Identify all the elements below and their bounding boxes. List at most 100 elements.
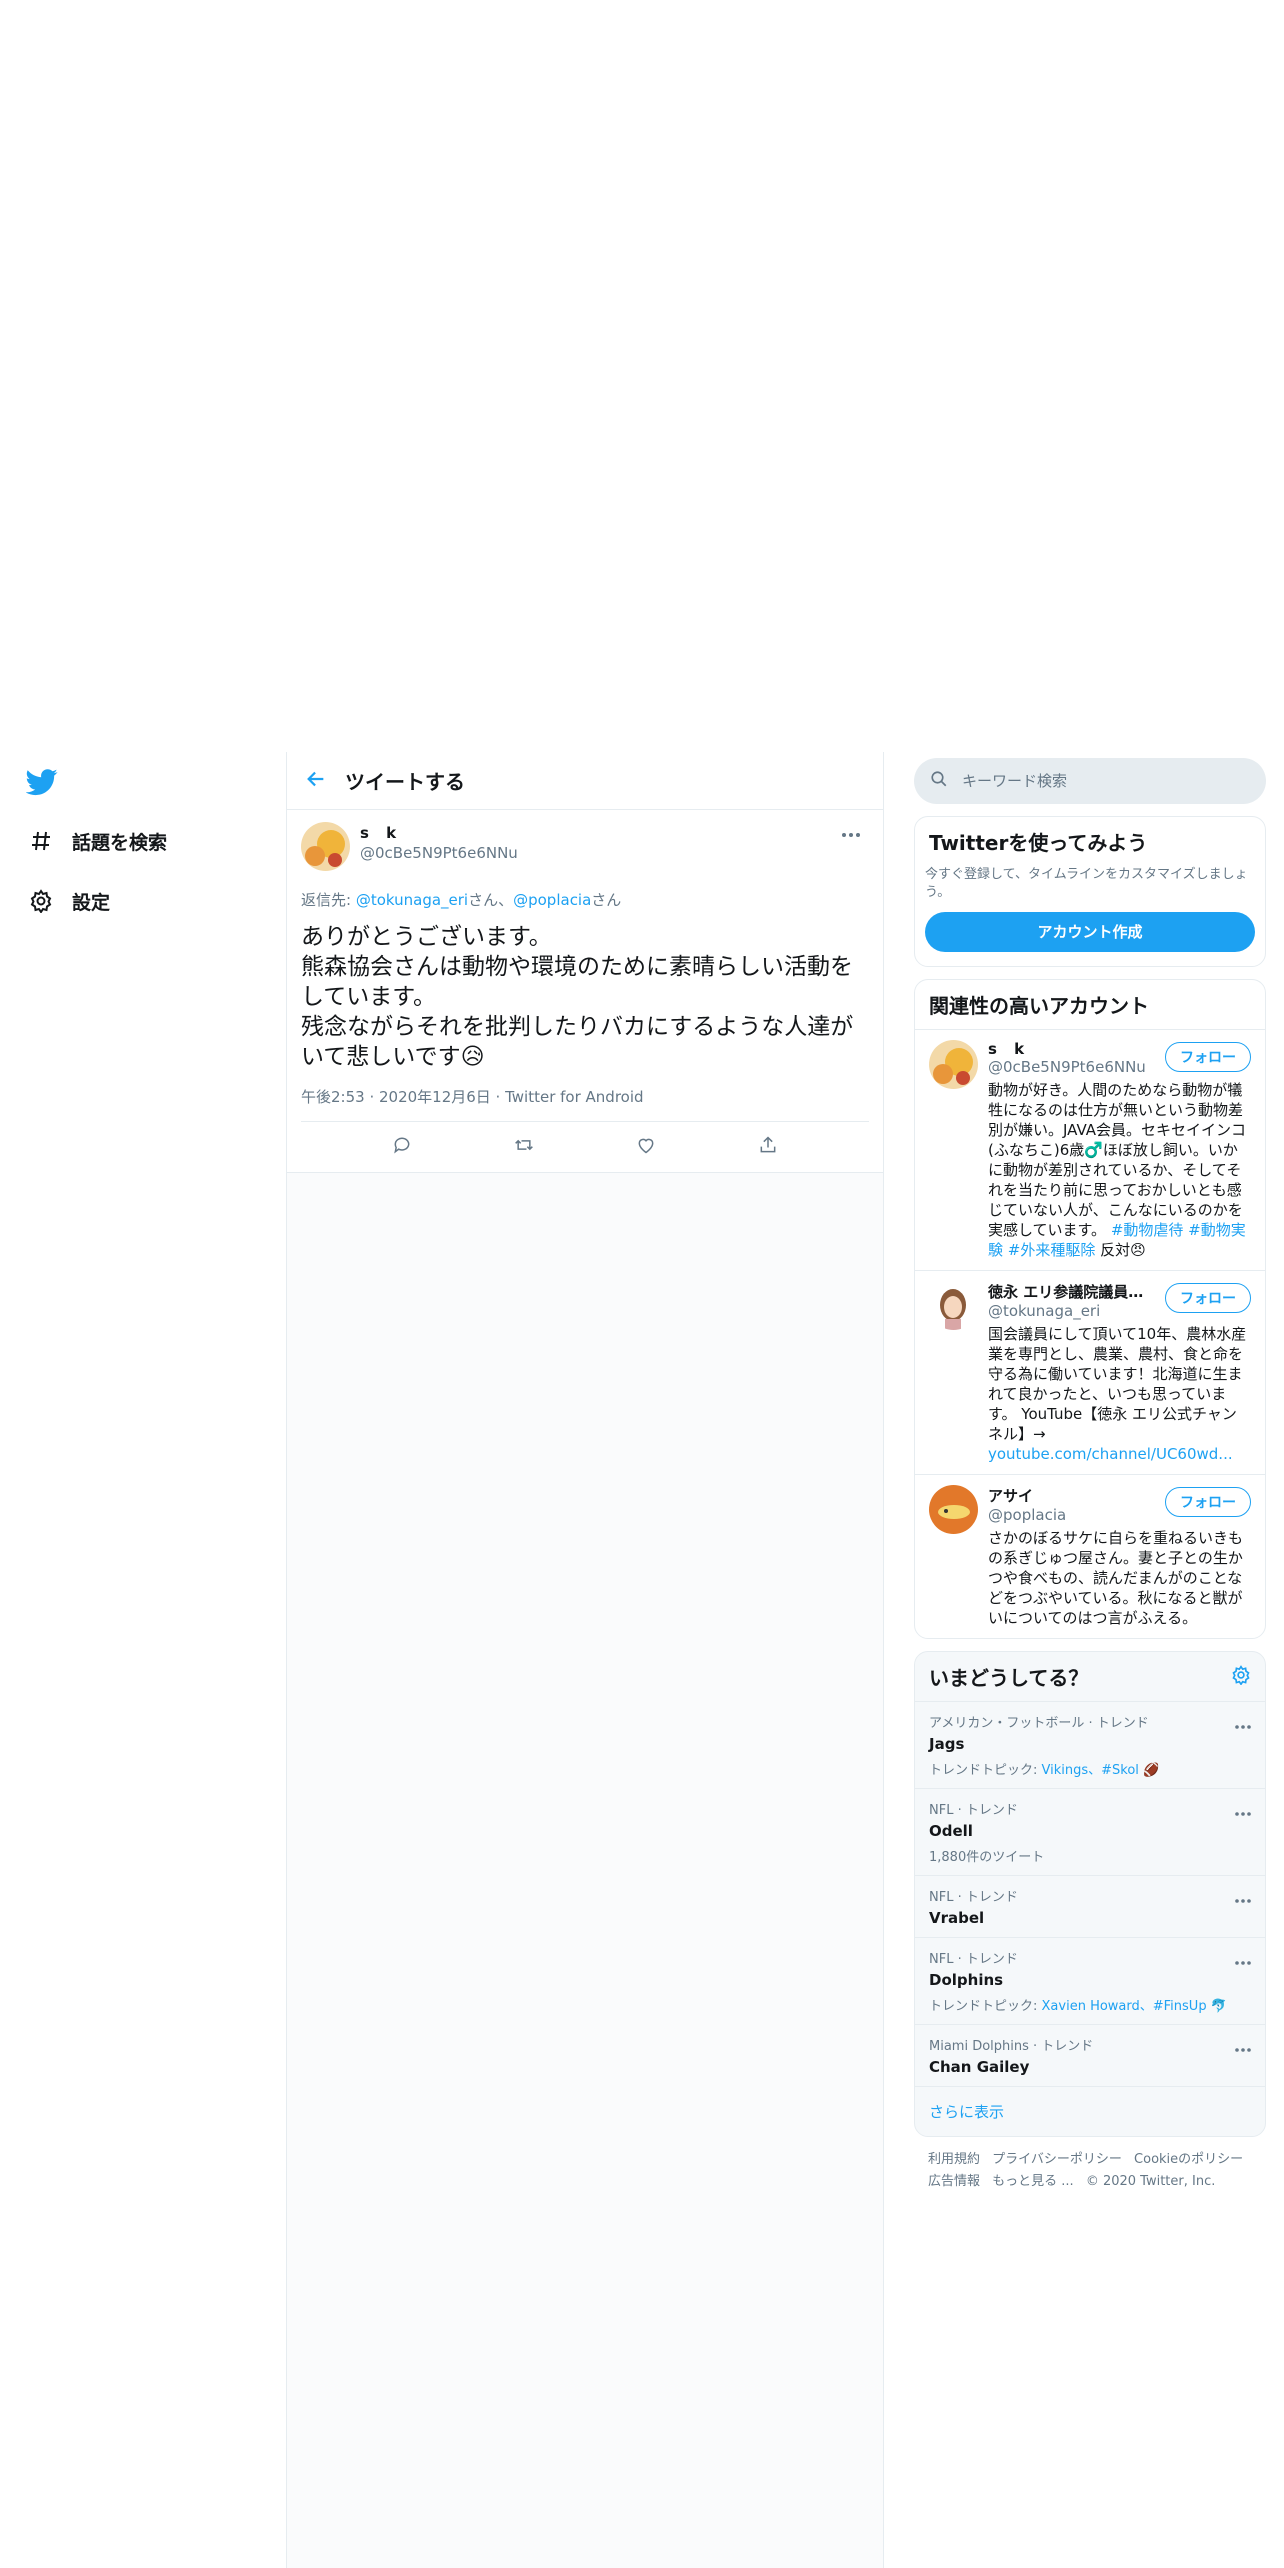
trend-extra-prefix: トレンドトピック: <box>929 1999 1042 2014</box>
trend-tweet-count: 1,880件のツイート <box>929 1850 1045 1865</box>
arrow-left-icon <box>305 768 327 794</box>
gear-icon <box>26 886 56 916</box>
trend-item[interactable]: Miami Dolphins · トレンド Chan Gailey <box>915 2025 1265 2087</box>
footer-link[interactable]: もっと見る ... <box>992 2174 1074 2189</box>
account-item[interactable]: アサイ @poplacia さかのぼるサケに自らを重ねるいきもの系ぎじゅつ屋さん… <box>915 1474 1265 1638</box>
avatar[interactable] <box>929 1485 978 1534</box>
search-box[interactable] <box>914 758 1266 804</box>
main-column: ツイートする s k @0cBe5N9Pt6e6NNu 返信先: @tokuna… <box>286 752 884 2568</box>
reply-icon <box>392 1135 412 1159</box>
trend-topic-links[interactable]: Xavien Howard、#FinsUp 🐬 <box>1042 1999 1227 2014</box>
account-name: アサイ <box>988 1487 1034 1505</box>
create-account-button[interactable]: アカウント作成 <box>925 912 1255 952</box>
nav-settings[interactable]: 設定 <box>26 876 110 926</box>
follow-button[interactable]: フォロー <box>1165 1042 1251 1072</box>
trend-name: Chan Gailey <box>929 2058 1030 2076</box>
trend-context: NFL · トレンド <box>929 1803 1018 1818</box>
search-input[interactable] <box>962 772 1222 790</box>
reply-user-link[interactable]: @tokunaga_eri <box>356 891 468 909</box>
reply-mid: さん、 <box>468 891 514 909</box>
more-dots-icon[interactable] <box>1235 1950 1251 1969</box>
more-dots-icon[interactable] <box>1235 1888 1251 1907</box>
twitter-logo-icon[interactable] <box>25 766 66 806</box>
retweet-icon <box>513 1135 535 1159</box>
tweet-body: ありがとうございます。 熊森協会さんは動物や環境のために素晴らしい活動をしていま… <box>301 924 854 1070</box>
page-title: ツイートする <box>345 770 465 794</box>
tweet-actions <box>301 1122 869 1172</box>
back-button[interactable] <box>287 752 345 810</box>
trend-item[interactable]: NFL · トレンド Odell 1,880件のツイート <box>915 1789 1265 1876</box>
more-dots-icon <box>841 823 861 842</box>
footer: 利用規約 プライバシーポリシー Cookieのポリシー 広告情報 もっと見る .… <box>914 2137 1266 2205</box>
footer-link[interactable]: プライバシーポリシー <box>992 2152 1122 2167</box>
avatar[interactable] <box>929 1040 978 1089</box>
trend-name: Jags <box>929 1735 965 1753</box>
trends-card: いまどうしてる？ アメリカン・フットボール · トレンド Jags トレンドトピ… <box>914 1651 1266 2137</box>
more-dots-icon[interactable] <box>1235 1801 1251 1820</box>
trend-item[interactable]: NFL · トレンド Vrabel <box>915 1876 1265 1938</box>
trend-item[interactable]: NFL · トレンド Dolphins トレンドトピック: Xavien How… <box>915 1938 1265 2025</box>
signup-title: Twitterを使ってみよう <box>929 831 1148 855</box>
left-nav: 話題を検索 設定 <box>0 752 286 2568</box>
follow-button[interactable]: フォロー <box>1165 1283 1251 1313</box>
account-bio: 国会議員にして頂いて10年、農林水産業を専門とし、農業、農村、食と命を守る為に働… <box>988 1324 1250 1464</box>
account-name: 徳永 エリ参議院議員… <box>988 1283 1144 1301</box>
app-root: 話題を検索 設定 ツイートする s k @0cBe5N9Pt6e6NNu 返信先… <box>0 752 1284 2568</box>
trend-name: Dolphins <box>929 1971 1004 1989</box>
trend-name: Vrabel <box>929 1909 985 1927</box>
tweet-display-name[interactable]: s k <box>360 824 518 842</box>
more-options-button[interactable] <box>837 822 865 842</box>
bio-link[interactable]: youtube.com/channel/UC60wd... <box>988 1445 1233 1463</box>
signup-card: Twitterを使ってみよう 今すぐ登録して、タイムラインをカスタマイズしましょ… <box>914 816 1266 967</box>
avatar[interactable] <box>301 822 350 871</box>
trend-extra: トレンドトピック: Vikings、#Skol 🏈 <box>929 1759 1251 1778</box>
account-item[interactable]: 徳永 エリ参議院議員… @tokunaga_eri 国会議員にして頂いて10年、… <box>915 1270 1265 1474</box>
account-bio: さかのぼるサケに自らを重ねるいきもの系ぎじゅつ屋さん。妻と子との生かつや食べもの… <box>988 1529 1244 1627</box>
avatar[interactable] <box>929 1281 978 1330</box>
bio-text: 国会議員にして頂いて10年、農林水産業を専門とし、農業、農村、食と命を守る為に働… <box>988 1325 1247 1443</box>
trend-name: Odell <box>929 1822 973 1840</box>
share-button[interactable] <box>748 1127 788 1167</box>
trend-context: NFL · トレンド <box>929 1952 1018 1967</box>
gear-icon[interactable] <box>1231 1664 1251 1689</box>
nav-settings-label: 設定 <box>72 891 111 914</box>
reply-button[interactable] <box>382 1127 422 1167</box>
trend-context: Miami Dolphins · トレンド <box>929 2039 1094 2054</box>
show-more-link[interactable]: さらに表示 <box>915 2087 1265 2136</box>
footer-link[interactable]: 利用規約 <box>928 2152 980 2167</box>
footer-link[interactable]: 広告情報 <box>928 2174 980 2189</box>
trend-topic-links[interactable]: Vikings、#Skol 🏈 <box>1042 1763 1160 1778</box>
footer-link[interactable]: Cookieのポリシー <box>1134 2152 1243 2167</box>
more-dots-icon[interactable] <box>1235 1714 1251 1733</box>
trend-context: NFL · トレンド <box>929 1890 1018 1905</box>
heart-icon <box>636 1135 656 1159</box>
signup-subtitle: 今すぐ登録して、タイムラインをカスタマイズしましょう。 <box>925 867 1248 900</box>
like-button[interactable] <box>626 1127 666 1167</box>
account-item[interactable]: s k @0cBe5N9Pt6e6NNu 動物が好き。人間のためなら動物が犠牲に… <box>915 1029 1265 1270</box>
bio-text: 動物が好き。人間のためなら動物が犠牲になるのは仕方が無いという動物差別が嫌い。J… <box>988 1081 1247 1239</box>
reply-to-line: 返信先: @tokunaga_eriさん、@poplaciaさん <box>301 889 869 910</box>
account-bio: 動物が好き。人間のためなら動物が犠牲になるのは仕方が無いという動物差別が嫌い。J… <box>988 1080 1250 1260</box>
relevant-accounts-card: 関連性の高いアカウント s k @0cBe5N9Pt6e6NNu 動物が好き。人… <box>914 979 1266 1639</box>
hashtag-icon <box>26 826 56 856</box>
trend-extra: トレンドトピック: Xavien Howard、#FinsUp 🐬 <box>929 1995 1251 2014</box>
trend-item[interactable]: アメリカン・フットボール · トレンド Jags トレンドトピック: Vikin… <box>915 1702 1265 1789</box>
tweet-meta[interactable]: 午後2:53 · 2020年12月6日 · Twitter for Androi… <box>301 1086 869 1122</box>
bio-tail: 反対😠 <box>1095 1241 1146 1259</box>
trend-extra-prefix: トレンドトピック: <box>929 1763 1042 1778</box>
reply-prefix: 返信先: <box>301 891 356 909</box>
tweet: s k @0cBe5N9Pt6e6NNu 返信先: @tokunaga_eriさ… <box>287 810 883 1173</box>
trends-title: いまどうしてる？ <box>929 1666 1089 1690</box>
copyright: © 2020 Twitter, Inc. <box>1085 2174 1216 2189</box>
tweet-handle[interactable]: @0cBe5N9Pt6e6NNu <box>360 844 518 862</box>
reply-suffix: さん <box>591 891 622 909</box>
retweet-button[interactable] <box>504 1127 544 1167</box>
trend-context: アメリカン・フットボール · トレンド <box>929 1716 1149 1731</box>
nav-explore[interactable]: 話題を検索 <box>26 816 167 866</box>
more-dots-icon[interactable] <box>1235 2037 1251 2056</box>
search-icon <box>930 770 948 792</box>
right-sidebar: Twitterを使ってみよう 今すぐ登録して、タイムラインをカスタマイズしましょ… <box>914 752 1266 2205</box>
follow-button[interactable]: フォロー <box>1165 1487 1251 1517</box>
account-name: s k <box>988 1040 1031 1058</box>
reply-user-link[interactable]: @poplacia <box>513 891 591 909</box>
